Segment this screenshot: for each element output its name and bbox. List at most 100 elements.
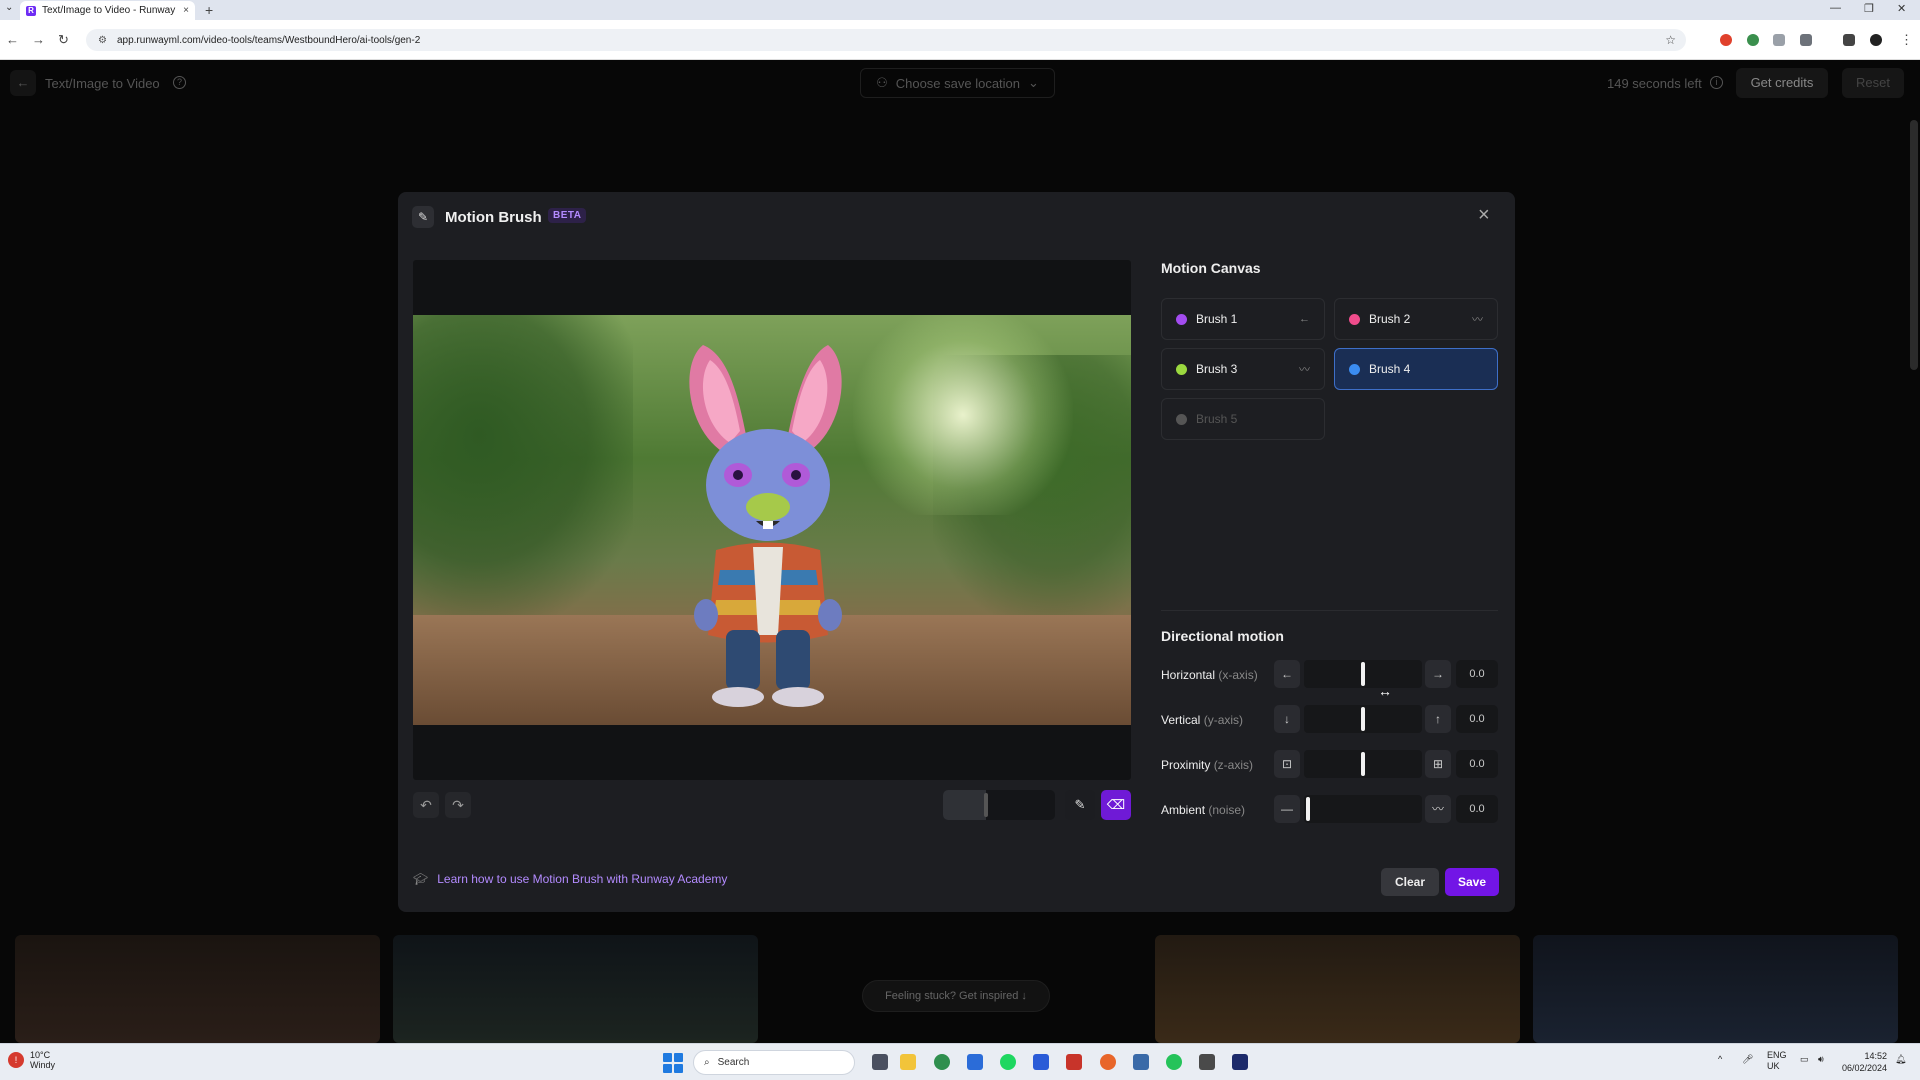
audition-icon[interactable]: [1232, 1054, 1248, 1070]
help-icon[interactable]: ?: [173, 76, 186, 89]
bookmark-star-icon[interactable]: ☆: [1665, 33, 1676, 47]
windows-taskbar: ! 10°C Windy ⌕ Search ^ 🎤︎ ENG UK ▭ 🔊︎ 1…: [0, 1043, 1920, 1080]
ambient-decrease-icon[interactable]: —: [1274, 795, 1300, 823]
volume-icon[interactable]: 🔊︎: [1818, 1054, 1824, 1065]
clear-button[interactable]: Clear: [1381, 868, 1439, 896]
slider-handle[interactable]: [1361, 662, 1365, 686]
brush-2-button[interactable]: Brush 2 〰: [1334, 298, 1498, 340]
proximity-increase-icon[interactable]: ⊞: [1425, 750, 1451, 778]
windows-start-icon[interactable]: [663, 1053, 683, 1073]
save-location-dropdown[interactable]: ⚇ Choose save location ⌄: [860, 68, 1055, 98]
brush-3-button[interactable]: Brush 3 〰: [1161, 348, 1325, 390]
academy-link[interactable]: 🎓︎ Learn how to use Motion Brush with Ru…: [413, 872, 727, 886]
calculator-icon[interactable]: [1199, 1054, 1215, 1070]
vertical-increase-icon[interactable]: ↑: [1425, 705, 1451, 733]
restore-icon[interactable]: ❐: [1864, 2, 1874, 15]
ambient-increase-icon[interactable]: 〰: [1425, 795, 1451, 823]
brush-size-handle[interactable]: [983, 793, 988, 817]
extension-icon[interactable]: [1773, 34, 1785, 46]
get-inspired-button[interactable]: Feeling stuck? Get inspired ↓: [862, 980, 1050, 1012]
microphone-icon[interactable]: 🎤︎: [1742, 1054, 1753, 1065]
whatsapp-icon[interactable]: [1166, 1054, 1182, 1070]
firefox-icon[interactable]: [1100, 1054, 1116, 1070]
back-arrow-icon[interactable]: ←: [10, 70, 36, 96]
language-indicator[interactable]: ENG UK: [1767, 1050, 1787, 1072]
slider-handle[interactable]: [1306, 797, 1310, 821]
app-icon[interactable]: [1066, 1054, 1082, 1070]
extensions-puzzle-icon[interactable]: [1800, 34, 1812, 46]
word-icon[interactable]: [1033, 1054, 1049, 1070]
window-close-icon[interactable]: ✕: [1897, 2, 1906, 15]
notepad-icon[interactable]: [967, 1054, 983, 1070]
brush-tool-icon[interactable]: ✎: [1065, 790, 1095, 820]
ambient-slider[interactable]: [1304, 795, 1422, 823]
new-tab-button[interactable]: +: [205, 2, 213, 18]
tab-close-icon[interactable]: ×: [183, 5, 189, 16]
info-icon[interactable]: i: [1710, 76, 1723, 89]
browser-menu-icon[interactable]: ⋮: [1900, 32, 1913, 48]
vertical-value[interactable]: 0.0: [1456, 705, 1498, 733]
spotify-icon[interactable]: [1000, 1054, 1016, 1070]
task-view-icon[interactable]: [872, 1054, 888, 1070]
gallery-thumbnail[interactable]: [1155, 935, 1520, 1043]
eraser-tool-icon[interactable]: ⌫: [1101, 790, 1131, 820]
extension-icon[interactable]: [1720, 34, 1732, 46]
back-icon[interactable]: ←: [6, 32, 19, 47]
minimize-icon[interactable]: —: [1830, 2, 1841, 14]
browser-tab[interactable]: R Text/Image to Video - Runway ×: [20, 1, 195, 20]
reset-button[interactable]: Reset: [1842, 68, 1904, 98]
arrow-left-icon: ←: [1299, 313, 1310, 325]
file-explorer-icon[interactable]: [900, 1054, 916, 1070]
network-icon[interactable]: ▭: [1800, 1054, 1809, 1065]
taskbar-search[interactable]: ⌕ Search: [693, 1050, 855, 1075]
url-text: app.runwayml.com/video-tools/teams/Westb…: [116, 34, 421, 46]
horizontal-value[interactable]: 0.0: [1456, 660, 1498, 688]
site-settings-icon[interactable]: ⚙: [98, 35, 107, 46]
search-icon: ⌕: [704, 1057, 710, 1068]
weather-widget[interactable]: ! 10°C Windy: [8, 1050, 55, 1070]
redo-icon[interactable]: ↷: [445, 792, 471, 818]
horizontal-slider[interactable]: [1304, 660, 1422, 688]
url-field[interactable]: ⚙ app.runwayml.com/video-tools/teams/Wes…: [86, 29, 1686, 51]
undo-icon[interactable]: ↶: [413, 792, 439, 818]
gallery-thumbnail[interactable]: [15, 935, 380, 1043]
close-icon[interactable]: ×: [1478, 204, 1490, 227]
vertical-slider[interactable]: [1304, 705, 1422, 733]
sidebar-icon[interactable]: [1843, 34, 1855, 46]
slider-handle[interactable]: [1361, 707, 1365, 731]
tab-title: Text/Image to Video - Runway: [42, 5, 176, 16]
proximity-decrease-icon[interactable]: ⊡: [1274, 750, 1300, 778]
forward-icon[interactable]: →: [32, 32, 45, 47]
gallery-thumbnail[interactable]: [1533, 935, 1898, 1043]
mail-icon[interactable]: [1133, 1054, 1149, 1070]
tray-expand-icon[interactable]: ^: [1718, 1054, 1722, 1064]
brush-size-slider[interactable]: [943, 790, 1055, 820]
profile-avatar[interactable]: [1870, 34, 1882, 46]
ambient-value[interactable]: 0.0: [1456, 795, 1498, 823]
chrome-icon[interactable]: [934, 1054, 950, 1070]
motion-canvas-title: Motion Canvas: [1161, 260, 1261, 276]
tab-search-icon[interactable]: ⌄: [5, 2, 13, 13]
proximity-value[interactable]: 0.0: [1456, 750, 1498, 778]
extension-icon[interactable]: [1747, 34, 1759, 46]
source-image[interactable]: [413, 315, 1131, 725]
page-scrollbar[interactable]: [1910, 120, 1918, 370]
get-credits-button[interactable]: Get credits: [1736, 68, 1828, 98]
save-button[interactable]: Save: [1445, 868, 1499, 896]
browser-tab-bar: ⌄ R Text/Image to Video - Runway × + — ❐…: [0, 0, 1920, 20]
brush-1-button[interactable]: Brush 1 ←: [1161, 298, 1325, 340]
notifications-icon[interactable]: 🔔︎: [1895, 1054, 1906, 1065]
clock[interactable]: 14:52 06/02/2024: [1842, 1050, 1887, 1074]
search-label: Search: [717, 1057, 750, 1068]
gallery-thumbnail[interactable]: [393, 935, 758, 1043]
ambient-wave-icon: 〰: [1299, 364, 1310, 376]
horizontal-decrease-icon[interactable]: ←: [1274, 660, 1300, 688]
vertical-decrease-icon[interactable]: ↓: [1274, 705, 1300, 733]
motion-canvas[interactable]: [413, 260, 1131, 780]
reload-icon[interactable]: ↻: [58, 32, 69, 48]
proximity-slider[interactable]: [1304, 750, 1422, 778]
horizontal-increase-icon[interactable]: →: [1425, 660, 1451, 688]
horizontal-label: Horizontal (x-axis): [1161, 668, 1258, 682]
brush-4-button[interactable]: Brush 4: [1334, 348, 1498, 390]
slider-handle[interactable]: [1361, 752, 1365, 776]
